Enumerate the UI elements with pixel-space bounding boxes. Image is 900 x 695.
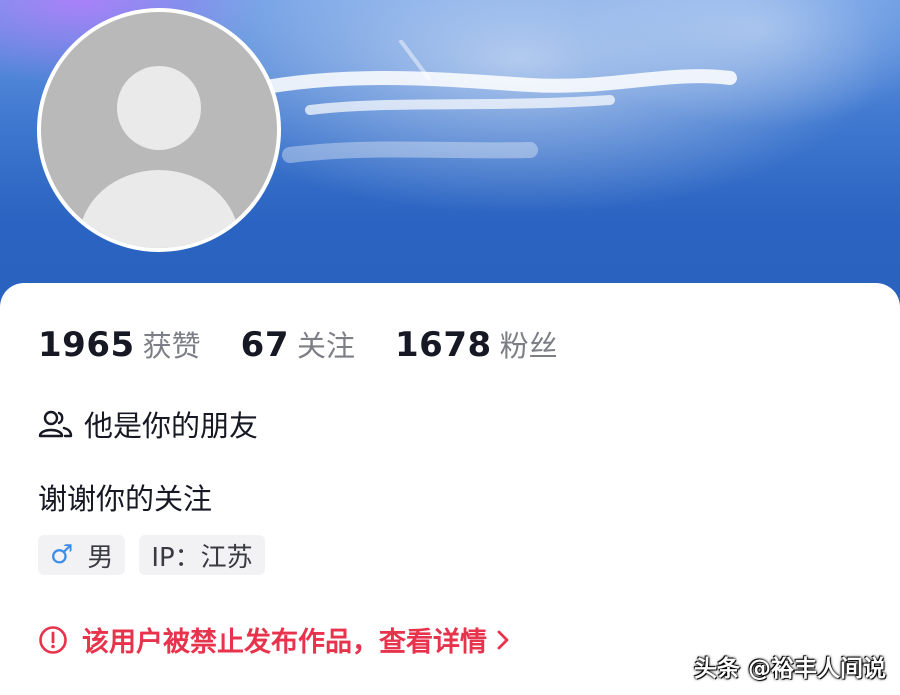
- ip-tag: IP：江苏: [139, 535, 265, 575]
- banned-notice-text: 该用户被禁止发布作品，查看详情: [82, 627, 487, 658]
- watermark-text: 头条 @裕丰人间说: [694, 656, 887, 682]
- stat-following-value: 67: [240, 325, 289, 365]
- banner-decoration: [243, 40, 737, 163]
- stat-likes-value: 1965: [38, 325, 135, 365]
- friend-status-text: 他是你的朋友: [84, 409, 259, 443]
- alert-circle-icon: [39, 625, 67, 654]
- male-icon: ♂: [50, 540, 74, 570]
- stat-following-label: 关注: [296, 329, 355, 363]
- profile-tags: ♂ 男 IP：江苏: [38, 535, 279, 575]
- stat-following[interactable]: 67 关注: [241, 323, 355, 365]
- friends-icon: [38, 410, 73, 438]
- stat-likes-label: 获赞: [142, 329, 201, 363]
- gender-tag: ♂ 男: [38, 535, 126, 575]
- gender-text: 男: [87, 542, 114, 573]
- stat-followers[interactable]: 1678 粉丝: [395, 323, 558, 365]
- ip-text: IP：江苏: [151, 542, 253, 573]
- stat-followers-value: 1678: [395, 325, 492, 365]
- avatar-placeholder-body: [79, 170, 239, 248]
- stats-row: 1965 获赞 67 关注 1678 粉丝: [38, 322, 598, 366]
- avatar-placeholder-head: [117, 66, 201, 150]
- stat-likes[interactable]: 1965 获赞: [38, 323, 201, 365]
- chevron-right-icon: [497, 630, 509, 649]
- friend-status: 他是你的朋友: [38, 404, 258, 444]
- banned-notice[interactable]: 该用户被禁止发布作品，查看详情: [38, 620, 511, 659]
- avatar[interactable]: [37, 8, 281, 252]
- bio-text: 谢谢你的关注: [38, 482, 213, 516]
- stat-followers-label: 粉丝: [499, 329, 558, 363]
